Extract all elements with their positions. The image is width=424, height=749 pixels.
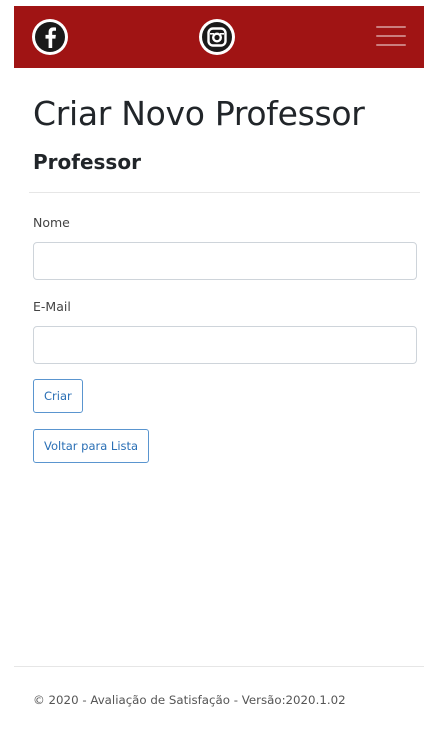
email-input[interactable]	[33, 326, 417, 364]
instagram-link[interactable]	[197, 17, 237, 57]
submit-wrap: Criar	[33, 379, 417, 413]
nome-input[interactable]	[33, 242, 417, 280]
hamburger-line	[376, 44, 406, 46]
back-to-list-button[interactable]: Voltar para Lista	[33, 429, 150, 463]
footer-divider	[14, 666, 424, 667]
page-title: Criar Novo Professor	[33, 94, 365, 133]
hamburger-menu-icon	[376, 26, 406, 28]
divider	[29, 192, 420, 193]
main-content: Criar Novo Professor Professor Nome E-Ma…	[29, 84, 420, 463]
facebook-icon	[32, 19, 68, 55]
back-wrap: Voltar para Lista	[33, 429, 417, 463]
hamburger-line	[376, 35, 406, 37]
email-group: E-Mail	[33, 298, 417, 364]
footer-text: © 2020 - Avaliação de Satisfação - Versã…	[33, 693, 346, 707]
page: Criar Novo Professor Professor Nome E-Ma…	[0, 0, 424, 749]
nome-label: Nome	[33, 215, 70, 230]
email-label: E-Mail	[33, 299, 71, 314]
section-title: Professor	[33, 150, 141, 174]
navbar	[14, 6, 424, 68]
create-professor-form: Nome E-Mail Criar	[33, 214, 417, 413]
nome-group: Nome	[33, 214, 417, 280]
create-button[interactable]: Criar	[33, 379, 83, 413]
facebook-link[interactable]	[30, 17, 70, 57]
hamburger-menu-button[interactable]	[376, 24, 406, 48]
instagram-icon	[199, 19, 235, 55]
